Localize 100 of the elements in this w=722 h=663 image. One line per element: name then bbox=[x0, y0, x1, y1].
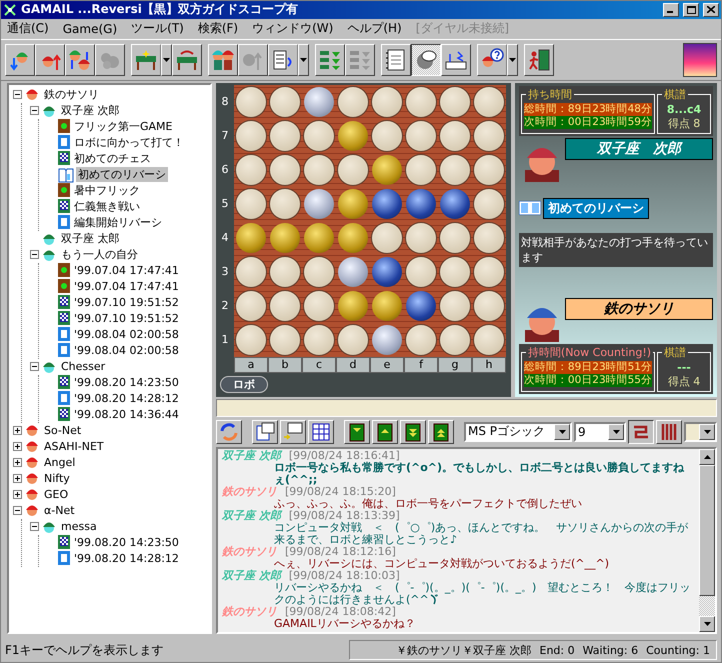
tree-item[interactable]: So-Net bbox=[42, 424, 84, 438]
tree-item[interactable]: 鉄のサソリ bbox=[42, 87, 101, 102]
message-input[interactable] bbox=[216, 398, 717, 417]
empty-hole[interactable] bbox=[236, 256, 266, 287]
empty-hole[interactable] bbox=[236, 188, 266, 219]
empty-hole[interactable] bbox=[236, 290, 266, 321]
expand-toggle[interactable] bbox=[30, 250, 39, 260]
menu-item[interactable]: ツール(T) bbox=[131, 20, 184, 38]
empty-hole[interactable] bbox=[236, 86, 266, 117]
tree-item[interactable]: 仁義無き戦い bbox=[72, 199, 142, 214]
empty-hole[interactable] bbox=[270, 86, 300, 117]
opponent-disc[interactable] bbox=[406, 188, 436, 219]
opponent-disc[interactable] bbox=[372, 188, 402, 219]
menu-item[interactable]: ヘルプ(H) bbox=[347, 20, 402, 38]
empty-hole[interactable] bbox=[304, 290, 334, 321]
hint-disc[interactable] bbox=[304, 188, 334, 219]
tree-item[interactable]: '99.07.10 19:51:52 bbox=[72, 312, 181, 326]
opponent-disc[interactable] bbox=[372, 256, 402, 287]
tree-item[interactable]: もう一人の自分 bbox=[59, 247, 140, 262]
tree-item[interactable]: α-Net bbox=[42, 504, 77, 518]
empty-hole[interactable] bbox=[406, 86, 436, 117]
empty-hole[interactable] bbox=[236, 120, 266, 151]
tree-item[interactable]: ロボに向かって打て！ bbox=[72, 135, 186, 150]
empty-hole[interactable] bbox=[474, 120, 504, 151]
tree-item[interactable]: '99.07.10 19:51:52 bbox=[72, 296, 181, 310]
menu-item[interactable]: Game(G) bbox=[62, 22, 118, 36]
expand-toggle[interactable] bbox=[30, 106, 39, 116]
dropdown-field[interactable] bbox=[684, 422, 717, 442]
empty-hole[interactable] bbox=[372, 120, 402, 151]
player-disc[interactable] bbox=[338, 188, 368, 219]
player-disc[interactable] bbox=[236, 222, 266, 253]
empty-hole[interactable] bbox=[440, 120, 470, 151]
tree-item[interactable]: '99.08.20 14:23:50 bbox=[72, 536, 181, 550]
empty-hole[interactable] bbox=[474, 86, 504, 117]
player-disc[interactable] bbox=[338, 120, 368, 151]
tree-item[interactable]: '99.08.20 14:28:12 bbox=[72, 392, 181, 406]
empty-hole[interactable] bbox=[304, 256, 334, 287]
toolbar-button[interactable] bbox=[628, 420, 654, 444]
tree-item[interactable]: フリック第一GAME bbox=[72, 119, 174, 134]
opponent-disc[interactable] bbox=[406, 290, 436, 321]
expand-toggle[interactable] bbox=[30, 362, 39, 372]
empty-hole[interactable] bbox=[406, 256, 436, 287]
empty-hole[interactable] bbox=[270, 290, 300, 321]
empty-hole[interactable] bbox=[338, 86, 368, 117]
empty-hole[interactable] bbox=[440, 290, 470, 321]
menu-item[interactable]: ウィンドウ(W) bbox=[252, 20, 334, 38]
tree-item[interactable]: 暑中フリック bbox=[72, 183, 142, 198]
expand-toggle[interactable] bbox=[13, 458, 22, 468]
player-disc[interactable] bbox=[372, 154, 402, 185]
tree-item[interactable]: ASAHI-NET bbox=[42, 440, 106, 454]
expand-toggle[interactable] bbox=[13, 442, 22, 452]
tree-item[interactable]: '99.08.04 02:00:58 bbox=[72, 344, 181, 358]
opponent-disc[interactable] bbox=[440, 188, 470, 219]
player-disc[interactable] bbox=[338, 290, 368, 321]
tree-item[interactable]: GEO bbox=[42, 488, 70, 502]
empty-hole[interactable] bbox=[474, 222, 504, 253]
expand-toggle[interactable] bbox=[13, 426, 22, 436]
maximize-button[interactable] bbox=[683, 2, 699, 17]
expand-toggle[interactable] bbox=[13, 506, 22, 516]
empty-hole[interactable] bbox=[474, 290, 504, 321]
tree-item[interactable]: Angel bbox=[42, 456, 78, 470]
scroll-thumb[interactable] bbox=[699, 464, 715, 596]
empty-hole[interactable] bbox=[474, 188, 504, 219]
menu-item[interactable]: 通信(C) bbox=[7, 20, 49, 38]
empty-hole[interactable] bbox=[440, 86, 470, 117]
close-button[interactable] bbox=[703, 2, 719, 17]
hint-disc[interactable] bbox=[304, 86, 334, 117]
empty-hole[interactable] bbox=[406, 120, 436, 151]
scroll-up-button[interactable] bbox=[699, 448, 715, 465]
tree-item[interactable]: 双子座 次郎 bbox=[59, 103, 122, 118]
expand-toggle[interactable] bbox=[13, 90, 22, 100]
tree-item[interactable]: 編集開始リバーシ bbox=[72, 215, 164, 230]
empty-hole[interactable] bbox=[270, 188, 300, 219]
tree-item[interactable]: '99.08.20 14:23:50 bbox=[72, 376, 181, 390]
tree-item[interactable]: 初めてのチェス bbox=[72, 151, 153, 166]
tree-item[interactable]: '99.08.20 14:36:44 bbox=[72, 408, 181, 422]
tree-item[interactable]: '99.07.04 17:47:41 bbox=[72, 264, 181, 278]
empty-hole[interactable] bbox=[372, 222, 402, 253]
empty-hole[interactable] bbox=[406, 222, 436, 253]
tree-item[interactable]: 初めてのリバーシ bbox=[76, 167, 168, 182]
empty-hole[interactable] bbox=[304, 120, 334, 151]
empty-hole[interactable] bbox=[474, 154, 504, 185]
hint-disc[interactable] bbox=[372, 324, 402, 355]
empty-hole[interactable] bbox=[270, 256, 300, 287]
tree-item[interactable]: '99.07.04 17:47:41 bbox=[72, 280, 181, 294]
dropdown-button[interactable] bbox=[161, 44, 172, 76]
empty-hole[interactable] bbox=[236, 154, 266, 185]
empty-hole[interactable] bbox=[440, 256, 470, 287]
tree-item[interactable]: '99.08.04 02:00:58 bbox=[72, 328, 181, 342]
font-select[interactable]: MS Pゴシック bbox=[464, 422, 572, 442]
minimize-button[interactable] bbox=[663, 2, 679, 17]
player-disc[interactable] bbox=[304, 222, 334, 253]
expand-toggle[interactable] bbox=[13, 474, 22, 484]
dropdown-button[interactable] bbox=[507, 44, 518, 76]
tree-item[interactable]: 双子座 太郎 bbox=[59, 231, 122, 246]
player-disc[interactable] bbox=[372, 290, 402, 321]
empty-hole[interactable] bbox=[270, 120, 300, 151]
player-disc[interactable] bbox=[270, 222, 300, 253]
dropdown-button[interactable] bbox=[298, 44, 309, 76]
toolbar-button[interactable] bbox=[411, 44, 441, 76]
